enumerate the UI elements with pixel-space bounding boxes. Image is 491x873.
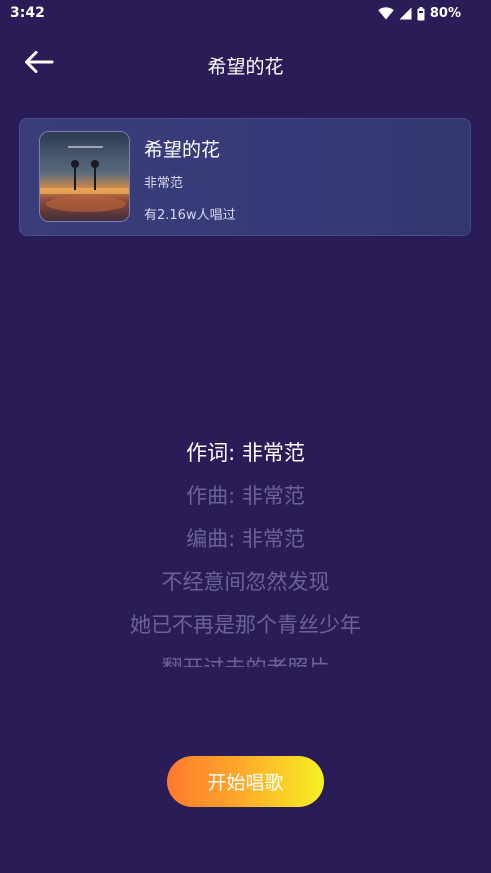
lyric-line: 不经意间忽然发现 (161, 570, 330, 594)
song-detail-screen: 3:42 80% 希望的花 希望的花 非常范 有2.16w人唱过 作词: 非常范… (0, 0, 491, 873)
lyric-line: 作曲: 非常范 (186, 484, 305, 508)
lyrics-view[interactable]: 作词: 非常范 作曲: 非常范 编曲: 非常范 不经意间忽然发现 她已不再是那个… (0, 432, 491, 667)
status-time: 3:42 (10, 5, 45, 21)
status-icons: 80% (378, 6, 461, 21)
cellular-signal-icon (399, 7, 412, 20)
header: 希望的花 (0, 40, 491, 88)
sing-count: 有2.16w人唱过 (144, 208, 236, 223)
lyric-line: 作词: 非常范 (186, 441, 305, 465)
page-title: 希望的花 (207, 56, 284, 78)
album-cover-image (39, 131, 130, 222)
lyric-line: 编曲: 非常范 (186, 527, 305, 551)
wifi-icon (378, 7, 394, 20)
song-card[interactable]: 希望的花 非常范 有2.16w人唱过 (19, 118, 471, 236)
lyric-line: 她已不再是那个青丝少年 (130, 613, 361, 637)
start-singing-button[interactable]: 开始唱歌 (167, 756, 324, 807)
battery-percent: 80% (429, 6, 461, 21)
song-artist: 非常范 (144, 176, 184, 191)
song-title: 希望的花 (144, 139, 221, 161)
lyric-line: 翻开过去的老照片 (0, 647, 491, 667)
battery-icon (417, 6, 425, 21)
status-bar: 3:42 80% (0, 0, 491, 28)
